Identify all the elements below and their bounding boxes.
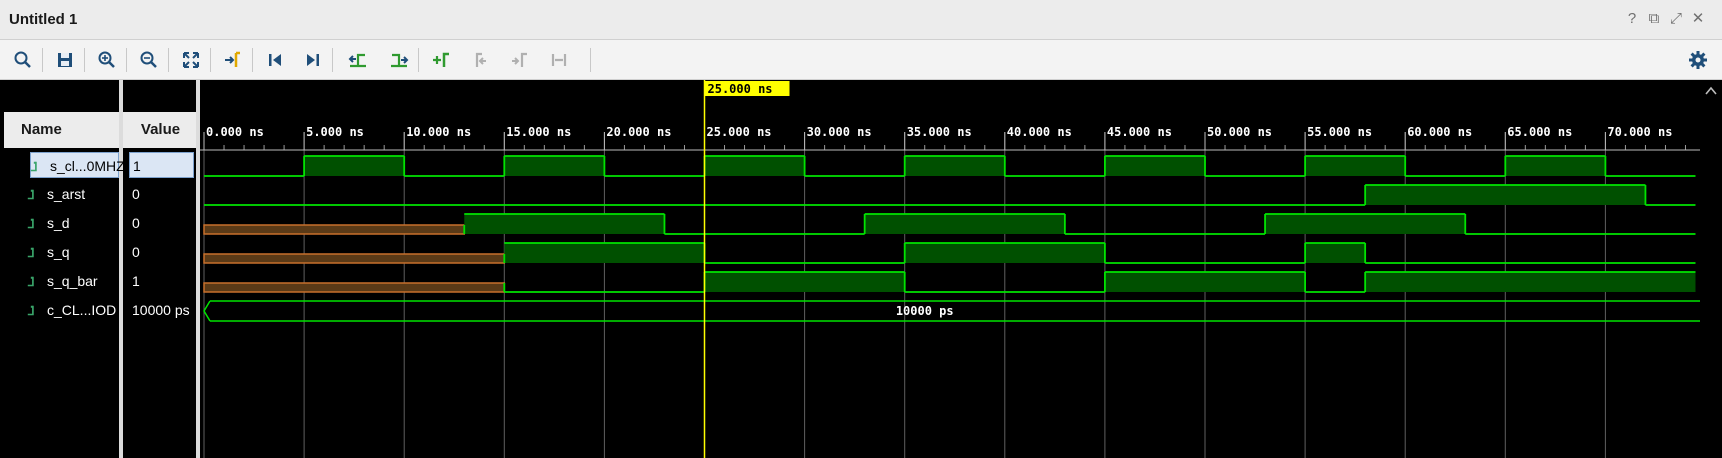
time-tick-label: 35.000 ns (907, 125, 972, 139)
high-fill (1365, 272, 1696, 292)
time-tick-label: 55.000 ns (1307, 125, 1372, 139)
time-tick-label: 15.000 ns (506, 125, 571, 139)
waveform-canvas[interactable]: 0.000 ns 5.000 ns 10.000 ns 15.000 ns 20.000… (0, 0, 1722, 458)
time-tick-label: 50.000 ns (1207, 125, 1272, 139)
high-fill (1104, 272, 1306, 292)
time-tick-label: 65.000 ns (1507, 125, 1572, 139)
scroll-up-icon[interactable] (1700, 80, 1722, 102)
cursor-time-label: 25.000 ns (708, 82, 773, 96)
time-tick-label: 70.000 ns (1607, 125, 1672, 139)
time-tick-label: 25.000 ns (707, 125, 772, 139)
high-fill (704, 272, 905, 292)
bus-value-label: 10000 ps (896, 304, 954, 318)
high-fill (304, 156, 405, 176)
high-fill (1305, 156, 1406, 176)
time-tick-label: 20.000 ns (606, 125, 671, 139)
time-tick-label: 45.000 ns (1107, 125, 1172, 139)
high-fill (504, 243, 705, 263)
time-tick-label: 60.000 ns (1407, 125, 1472, 139)
high-fill (864, 214, 1065, 234)
high-fill (1365, 185, 1646, 205)
time-tick-label: 5.000 ns (306, 125, 364, 139)
high-fill (1104, 156, 1205, 176)
time-tick-label: 40.000 ns (1007, 125, 1072, 139)
high-fill (704, 156, 805, 176)
high-fill (1505, 156, 1606, 176)
time-tick-label: 30.000 ns (807, 125, 872, 139)
time-tick-label: 10.000 ns (406, 125, 471, 139)
undefined-segment (203, 282, 506, 293)
high-fill (1265, 214, 1466, 234)
undefined-segment (203, 253, 506, 264)
high-fill (504, 156, 605, 176)
high-fill (904, 156, 1005, 176)
high-fill (464, 214, 665, 234)
high-fill (904, 243, 1105, 263)
undefined-segment (203, 224, 466, 235)
high-fill (1305, 243, 1366, 263)
vertical-scrollbar[interactable] (1700, 80, 1722, 458)
time-tick-label: 0.000 ns (206, 125, 264, 139)
